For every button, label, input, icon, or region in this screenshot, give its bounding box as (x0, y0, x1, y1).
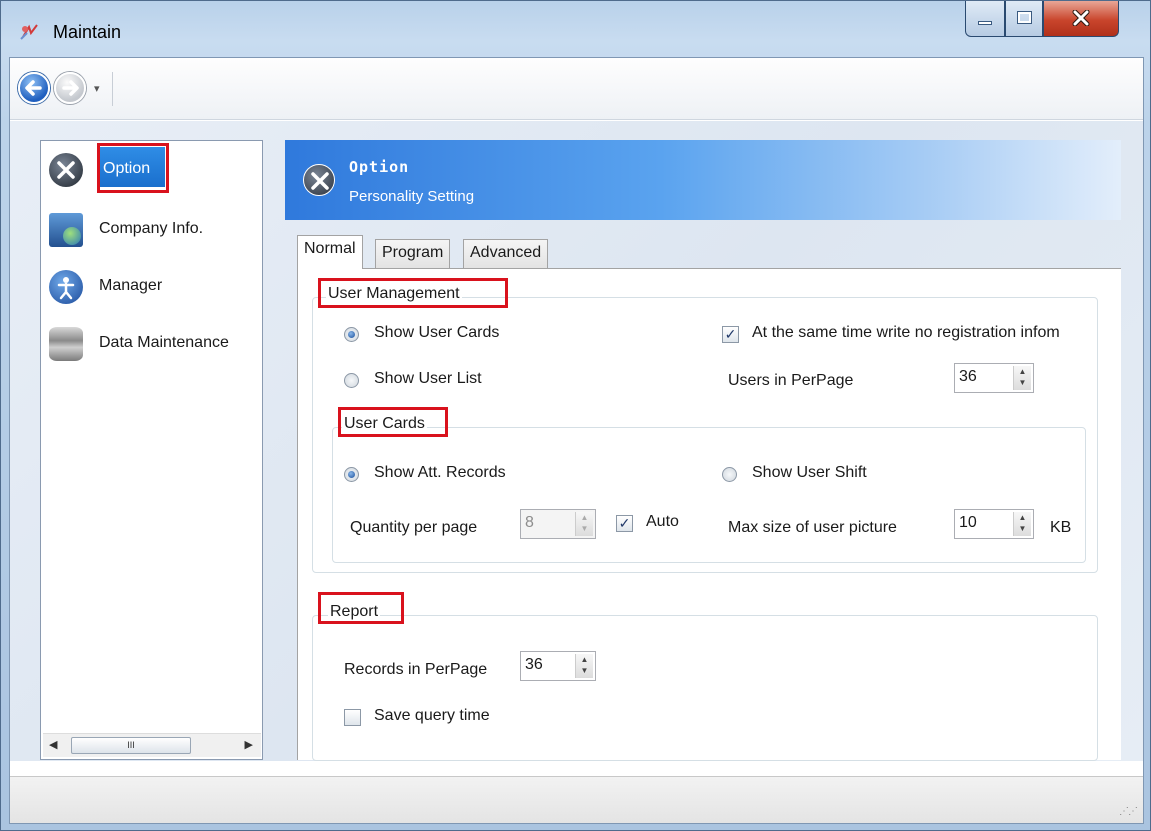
max-picture-size-stepper[interactable]: 10 ▲ ▼ (954, 509, 1034, 539)
spin-arrows-icon[interactable]: ▲ ▼ (1013, 366, 1031, 390)
computer-globe-icon (49, 213, 83, 247)
show-att-records-radio[interactable] (344, 467, 359, 482)
tab-program[interactable]: Program (375, 239, 451, 268)
highlight-box-option (97, 143, 169, 193)
main-panel: Option Personality Setting Normal Progra… (285, 140, 1123, 761)
highlight-box-report (318, 592, 404, 624)
wrench-tools-icon (49, 153, 83, 187)
records-per-page-label: Records in PerPage (344, 661, 488, 678)
scroll-right-icon[interactable]: ▶ (245, 738, 253, 751)
auto-checkbox[interactable]: ✓ (616, 515, 633, 532)
quantity-per-page-stepper[interactable]: 8 ▲ ▼ (520, 509, 596, 539)
show-user-list-radio[interactable] (344, 373, 359, 388)
show-user-cards-radio[interactable] (344, 327, 359, 342)
arrow-right-icon (62, 80, 79, 96)
client-area: ▾ Option Company Info. Manager Data Main… (9, 57, 1144, 824)
maximize-button[interactable] (1005, 1, 1043, 37)
back-button[interactable] (18, 72, 50, 104)
write-no-registration-label: At the same time write no registration i… (752, 324, 1060, 341)
tab-strip: Normal Program Advanced (297, 235, 1117, 269)
show-user-shift-label: Show User Shift (752, 464, 867, 481)
database-icon (49, 327, 83, 361)
window-title: Maintain (53, 22, 122, 42)
records-per-page-stepper[interactable]: 36 ▲ ▼ (520, 651, 596, 681)
close-icon (1072, 10, 1090, 26)
navigation-bar: ▾ (10, 58, 1143, 120)
max-picture-size-label: Max size of user picture (728, 519, 897, 536)
spin-arrows-icon[interactable]: ▲ ▼ (575, 654, 593, 678)
show-user-shift-radio[interactable] (722, 467, 737, 482)
sidebar-item-label: Manager (99, 277, 163, 294)
sidebar-item-option[interactable]: Option (41, 143, 262, 193)
tab-page-normal: User Management Show User Cards ✓ At the… (297, 268, 1121, 761)
sidebar: Option Company Info. Manager Data Mainte… (40, 140, 263, 760)
app-window: Maintain ▾ Option Company Info. Manager … (0, 0, 1151, 831)
tab-normal[interactable]: Normal (297, 235, 363, 269)
sidebar-item-company-info[interactable]: Company Info. (41, 209, 262, 249)
save-query-time-checkbox[interactable] (344, 709, 361, 726)
write-no-registration-checkbox[interactable]: ✓ (722, 326, 739, 343)
page-title: Option (349, 158, 410, 176)
users-per-page-label: Users in PerPage (728, 372, 854, 389)
page-subtitle: Personality Setting (349, 188, 475, 205)
sidebar-item-label: Data Maintenance (99, 334, 229, 351)
spin-arrows-icon[interactable]: ▲ ▼ (1013, 512, 1031, 536)
sidebar-horizontal-scrollbar[interactable]: ◀ III ▶ (43, 733, 261, 757)
show-user-cards-label: Show User Cards (374, 324, 500, 341)
page-banner: Option Personality Setting (285, 140, 1121, 220)
save-query-time-label: Save query time (374, 707, 490, 724)
scroll-left-icon[interactable]: ◀ (49, 738, 57, 751)
sidebar-item-manager[interactable]: Manager (41, 266, 262, 306)
report-group (312, 615, 1098, 761)
quantity-per-page-label: Quantity per page (350, 519, 478, 536)
records-per-page-value: 36 (525, 656, 543, 673)
status-bar: ⋰⋰ (10, 776, 1143, 823)
spin-arrows-icon[interactable]: ▲ ▼ (575, 512, 593, 536)
quantity-per-page-value: 8 (525, 514, 534, 531)
wrench-tools-icon (303, 164, 335, 196)
resize-grip-icon[interactable]: ⋰⋰ (1119, 806, 1138, 817)
max-picture-size-value: 10 (959, 514, 977, 531)
close-button[interactable] (1043, 1, 1119, 37)
arrow-left-icon (25, 80, 42, 96)
highlight-box-user-management (318, 278, 508, 308)
highlight-box-user-cards (338, 407, 448, 437)
tab-advanced[interactable]: Advanced (463, 239, 549, 268)
users-per-page-stepper[interactable]: 36 ▲ ▼ (954, 363, 1034, 393)
forward-button[interactable] (54, 72, 86, 104)
show-att-records-label: Show Att. Records (374, 464, 506, 481)
history-dropdown-icon[interactable]: ▾ (94, 82, 100, 95)
sidebar-item-data-maintenance[interactable]: Data Maintenance (41, 323, 262, 363)
max-picture-size-unit: KB (1050, 519, 1072, 536)
show-user-list-label: Show User List (374, 370, 482, 387)
auto-label: Auto (646, 513, 679, 530)
minimize-icon (978, 21, 992, 25)
users-per-page-value: 36 (959, 368, 977, 385)
nav-separator (112, 72, 113, 106)
user-cards-group (332, 427, 1086, 563)
scroll-thumb[interactable]: III (71, 737, 191, 754)
content-area: Option Company Info. Manager Data Mainte… (10, 121, 1143, 761)
maximize-icon (1017, 11, 1032, 24)
person-icon (49, 270, 83, 304)
app-logo-icon (20, 24, 38, 40)
minimize-button[interactable] (965, 1, 1005, 37)
title-bar[interactable]: Maintain (1, 1, 1151, 59)
sidebar-item-label: Company Info. (99, 220, 204, 237)
